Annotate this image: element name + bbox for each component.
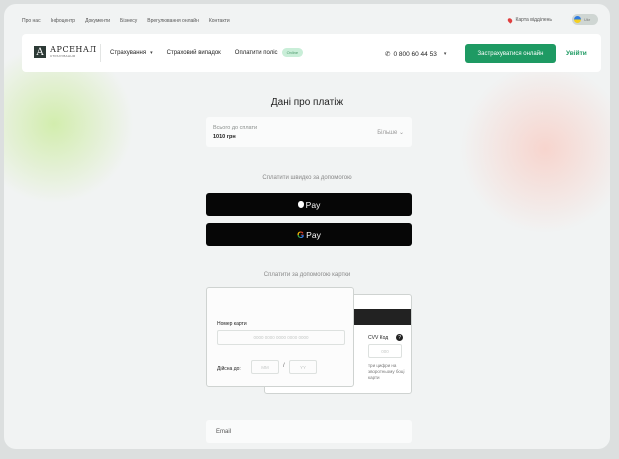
email-field[interactable]: Email bbox=[206, 420, 412, 443]
quick-pay-label: Сплатити швидко за допомогою bbox=[262, 175, 352, 181]
card-front: Номер карти 0000 0000 0000 0000 0000 Дій… bbox=[206, 287, 354, 387]
logo-mark-icon: А bbox=[34, 46, 46, 58]
phone-number: 0 800 60 44 53 bbox=[393, 50, 437, 58]
cvv-label: CVV Код bbox=[368, 334, 389, 341]
insure-online-button[interactable]: Застрахуватися онлайн bbox=[465, 44, 556, 63]
top-link-about[interactable]: Про нас bbox=[22, 18, 41, 24]
app-frame: Про нас Інфоцентр Документи Бізнесу Врег… bbox=[4, 4, 610, 449]
language-label: Ukr bbox=[584, 17, 591, 22]
online-badge: Online bbox=[281, 48, 304, 57]
phone-selector[interactable]: ✆ 0 800 60 44 53 ▾ bbox=[385, 50, 447, 59]
top-link-contacts[interactable]: Контакти bbox=[209, 18, 230, 24]
expiry-label: Дійсна до: bbox=[217, 366, 241, 372]
logo[interactable]: А АРСЕНАЛ СТРАХУВАННЯ bbox=[34, 46, 97, 58]
page-title: Дані про платіж bbox=[270, 97, 344, 108]
more-label: Більше bbox=[377, 130, 398, 136]
top-link-infocenter[interactable]: Інфоцентр bbox=[51, 18, 75, 24]
cvv-label-row: CVV Код ? bbox=[368, 334, 404, 341]
card-number-input[interactable]: 0000 0000 0000 0000 0000 bbox=[217, 330, 345, 345]
chevron-down-icon: ⌄ bbox=[398, 130, 404, 136]
language-toggle[interactable]: Ukr bbox=[572, 14, 598, 25]
chevron-down-icon: ▾ bbox=[150, 50, 153, 56]
total-amount: 1010 грн bbox=[213, 134, 236, 140]
apple-logo-icon bbox=[297, 201, 304, 208]
nav-divider bbox=[100, 44, 101, 62]
help-icon[interactable]: ? bbox=[396, 334, 404, 341]
expiry-year-input[interactable]: YY bbox=[289, 360, 317, 374]
map-pin-icon bbox=[507, 16, 514, 24]
apple-pay-button[interactable]: Pay bbox=[206, 193, 412, 216]
main-navbar: А АРСЕНАЛ СТРАХУВАННЯ Страхування ▾ Страх… bbox=[22, 34, 601, 72]
top-bar: Про нас Інфоцентр Документи Бізнесу Врег… bbox=[4, 4, 610, 34]
nav-item-pay-policy[interactable]: Оплатити поліс Online bbox=[234, 48, 304, 57]
chevron-down-icon: ▾ bbox=[443, 51, 447, 57]
logo-subtext: СТРАХУВАННЯ bbox=[50, 54, 76, 58]
nav-item-insurance[interactable]: Страхування ▾ bbox=[110, 50, 153, 56]
top-link-business[interactable]: Бізнесу bbox=[120, 18, 137, 24]
nav-item-insured-event[interactable]: Страховий випадок bbox=[167, 50, 221, 56]
nav-menu: Страхування ▾ Страховий випадок Оплатити … bbox=[110, 48, 304, 57]
apple-pay-label: Pay bbox=[305, 199, 321, 210]
google-logo-icon: G bbox=[297, 229, 305, 240]
top-link-documents[interactable]: Документи bbox=[85, 18, 110, 24]
nav-item-insurance-label: Страхування bbox=[110, 50, 147, 56]
login-link[interactable]: Увійти bbox=[566, 50, 587, 57]
nav-item-pay-label: Оплатити поліс bbox=[234, 50, 278, 56]
ukraine-flag-icon bbox=[574, 16, 581, 23]
top-links: Про нас Інфоцентр Документи Бізнесу Врег… bbox=[22, 18, 230, 24]
expiry-separator: / bbox=[283, 363, 285, 369]
cvv-hint: три цифри на зворотньому боці карти bbox=[368, 363, 405, 380]
google-pay-label: Pay bbox=[306, 229, 321, 240]
logo-text: АРСЕНАЛ bbox=[50, 45, 97, 54]
google-pay-button[interactable]: G Pay bbox=[206, 223, 412, 246]
cvv-input[interactable]: 000 bbox=[368, 344, 402, 358]
top-link-settlement[interactable]: Врегулювання онлайн bbox=[147, 18, 199, 24]
card-number-label: Номер карти bbox=[217, 321, 247, 327]
branch-map-link[interactable]: Карта відділень bbox=[507, 16, 552, 24]
decor-blob-right bbox=[460, 64, 610, 234]
branch-map-label: Карта відділень bbox=[515, 17, 552, 23]
total-label: Всього до сплати bbox=[213, 125, 258, 131]
card-pay-label: Сплатити за допомогою картки bbox=[263, 272, 351, 278]
email-label: Email bbox=[216, 428, 232, 435]
expiry-month-input[interactable]: MM bbox=[251, 360, 279, 374]
total-summary[interactable]: Всього до сплати 1010 грн Більше ⌄ bbox=[206, 117, 412, 147]
phone-icon: ✆ bbox=[385, 51, 391, 58]
more-toggle[interactable]: Більше ⌄ bbox=[377, 129, 404, 136]
